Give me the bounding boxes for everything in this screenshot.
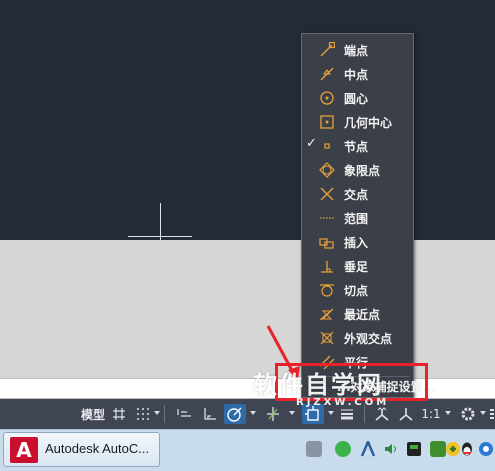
nearest-icon	[319, 306, 335, 322]
isometric-drafting-icon[interactable]	[262, 404, 284, 424]
autodesk-tray-icon[interactable]	[360, 438, 376, 457]
check-icon: ✓	[306, 136, 317, 151]
grid-icon[interactable]	[110, 404, 128, 424]
snap-menu-item-label: 外观交点	[344, 332, 393, 346]
nvidia-icon[interactable]	[430, 441, 446, 457]
endpoint-icon	[319, 41, 336, 58]
object-snap-dropdown-icon[interactable]	[328, 411, 334, 415]
extension-icon	[319, 210, 335, 226]
snap-menu-item-label: 垂足	[344, 260, 369, 274]
drawing-canvas[interactable]	[0, 0, 495, 240]
snap-menu-item[interactable]: 切点	[302, 278, 413, 302]
perpendicular-icon	[319, 258, 335, 274]
auto-scale-icon[interactable]	[396, 404, 416, 424]
snap-menu-item-label: 切点	[344, 284, 369, 298]
tangent-icon	[319, 282, 335, 298]
snap-menu-item-label: 节点	[344, 140, 369, 154]
layout-tabs-area	[0, 240, 495, 378]
snap-menu-item-label: 交点	[344, 188, 369, 202]
snap-menu-item-label: 象限点	[344, 164, 381, 178]
snap-menu-item[interactable]: 中点	[302, 62, 413, 86]
center-icon	[319, 90, 335, 106]
dynamic-input-icon[interactable]	[175, 404, 195, 424]
quadrant-icon	[319, 162, 335, 178]
snap-menu-item[interactable]: 范围	[302, 206, 413, 230]
snap-menu-item[interactable]: ✓ 节点	[302, 134, 413, 158]
more-icon[interactable]	[488, 404, 495, 424]
taskbar-app-label: Autodesk AutoC...	[45, 441, 150, 456]
polar-dropdown-icon[interactable]	[250, 411, 256, 415]
annotation-scale[interactable]: 1:1	[420, 404, 442, 424]
flag-icon[interactable]	[406, 441, 422, 457]
node-icon	[319, 138, 335, 154]
scale-dropdown-icon[interactable]	[445, 411, 451, 415]
snap-mode-icon[interactable]	[134, 404, 152, 424]
midpoint-icon	[319, 66, 335, 82]
snap-menu-item[interactable]: 垂足	[302, 254, 413, 278]
snap-menu-item[interactable]: 几何中心	[302, 110, 413, 134]
snap-menu-item-label: 圆心	[344, 92, 369, 106]
keyboard-icon[interactable]	[306, 441, 322, 457]
wechat-icon[interactable]	[335, 441, 351, 457]
snap-menu-item[interactable]: 象限点	[302, 158, 413, 182]
snap-menu-item-label: 范围	[344, 212, 369, 226]
status-divider	[164, 405, 165, 423]
snap-menu-item-label: 几何中心	[344, 116, 393, 130]
geometric-center-icon	[319, 114, 335, 130]
ortho-mode-icon[interactable]	[200, 404, 220, 424]
volume-icon[interactable]	[383, 441, 399, 457]
qq-icon[interactable]	[459, 441, 475, 457]
crosshair-cursor-vertical	[160, 203, 161, 240]
snap-dropdown-icon[interactable]	[154, 411, 160, 415]
snap-menu-item-label: 中点	[344, 68, 369, 82]
snap-menu-item-label: 最近点	[344, 308, 381, 322]
watermark-text: 软件自学网	[253, 371, 383, 399]
model-space-button[interactable]: 模型	[79, 404, 107, 424]
gear-icon[interactable]	[458, 404, 478, 424]
polar-tracking-icon[interactable]	[224, 404, 246, 424]
insertion-icon	[319, 234, 335, 250]
snap-menu-item[interactable]: 插入	[302, 230, 413, 254]
snap-menu-item-label: 插入	[344, 236, 369, 250]
watermark-url: RJZXW.COM	[296, 397, 390, 408]
tray-app-icon[interactable]	[478, 441, 494, 457]
snap-menu-item[interactable]: 交点	[302, 182, 413, 206]
snap-menu-item[interactable]: 圆心	[302, 86, 413, 110]
intersection-icon	[319, 186, 335, 202]
snap-menu-item[interactable]: 端点	[302, 38, 413, 62]
workspace-dropdown-icon[interactable]	[480, 411, 486, 415]
autocad-logo-icon: A	[10, 437, 38, 463]
snap-menu-item-label: 端点	[344, 44, 369, 58]
isometric-dropdown-icon[interactable]	[289, 411, 295, 415]
